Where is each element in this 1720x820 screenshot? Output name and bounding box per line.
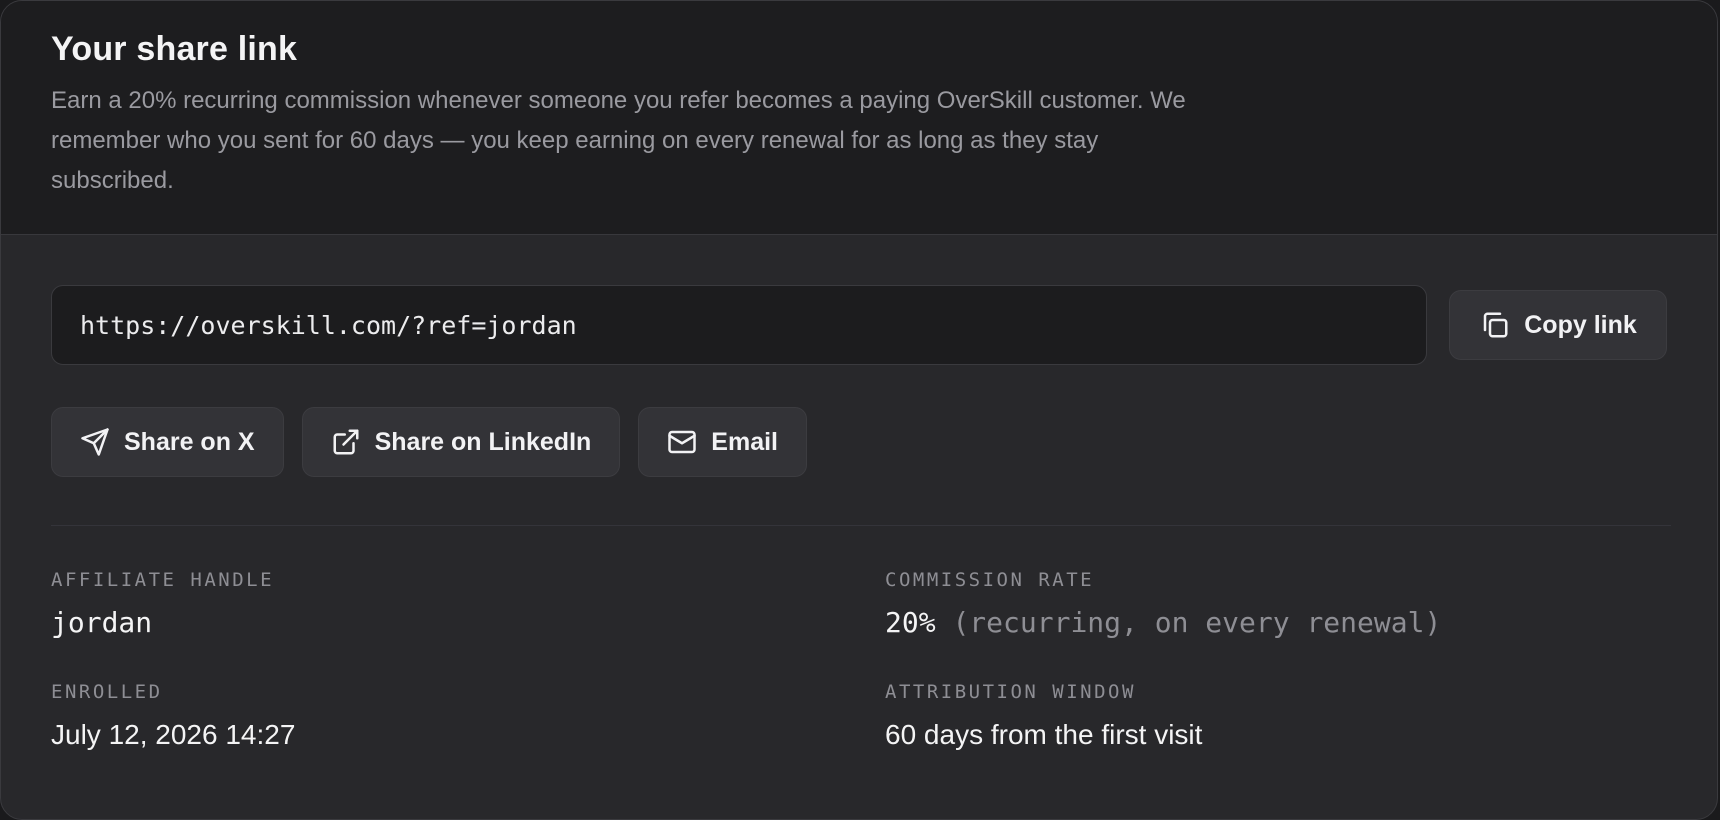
share-on-linkedin-button[interactable]: Share on LinkedIn [301, 407, 621, 477]
share-on-x-button[interactable]: Share on X [51, 407, 284, 477]
commission-rate-value-row: 20% (recurring, on every renewal) [885, 606, 1441, 640]
commission-rate-value: 20% [885, 606, 936, 639]
description-text: Earn a 20% recurring commission whenever… [51, 87, 1186, 194]
email-button[interactable]: Email [638, 407, 807, 477]
commission-rate-item: COMMISSION RATE 20% (recurring, on every… [885, 568, 1441, 640]
copy-link-label: Copy link [1524, 310, 1637, 339]
attribution-window-label: ATTRIBUTION WINDOW [885, 681, 1136, 703]
share-on-x-label: Share on X [124, 427, 255, 456]
affiliate-details: AFFILIATE HANDLE jordan COMMISSION RATE … [51, 526, 1667, 786]
share-url-field[interactable]: https://overskill.com/?ref=jordan [51, 285, 1428, 365]
share-buttons: Share on X Share on LinkedIn Email [51, 407, 1667, 477]
external-link-icon [333, 429, 359, 455]
enrolled-value: July 12, 2026 14:27 [51, 719, 296, 750]
card-body: https://overskill.com/?ref=jordan Copy l… [1, 235, 1717, 786]
affiliate-handle-label: AFFILIATE HANDLE [51, 569, 275, 591]
attribution-window-value: 60 days from the first visit [885, 719, 1203, 750]
share-on-linkedin-label: Share on LinkedIn [374, 427, 592, 456]
link-row: https://overskill.com/?ref=jordan Copy l… [51, 285, 1667, 365]
card-header: Your share link Earn a 20% recurring com… [1, 1, 1717, 235]
affiliate-handle-item: AFFILIATE HANDLE jordan [51, 568, 274, 640]
enrolled-label: ENROLLED [51, 681, 163, 703]
copy-link-button[interactable]: Copy link [1449, 290, 1667, 360]
share-link-card: Your share link Earn a 20% recurring com… [0, 0, 1718, 820]
commission-rate-label: COMMISSION RATE [885, 569, 1095, 591]
email-label: Email [711, 427, 778, 456]
affiliate-handle-value: jordan [51, 606, 153, 639]
attribution-window-item: ATTRIBUTION WINDOW 60 days from the firs… [885, 680, 1202, 752]
send-icon [81, 428, 109, 456]
commission-rate-note: (recurring, on every renewal) [952, 606, 1442, 639]
enrolled-item: ENROLLED July 12, 2026 14:27 [51, 680, 295, 752]
mail-icon [668, 430, 697, 454]
copy-icon [1484, 312, 1508, 338]
page-title: Your share link [51, 30, 298, 68]
